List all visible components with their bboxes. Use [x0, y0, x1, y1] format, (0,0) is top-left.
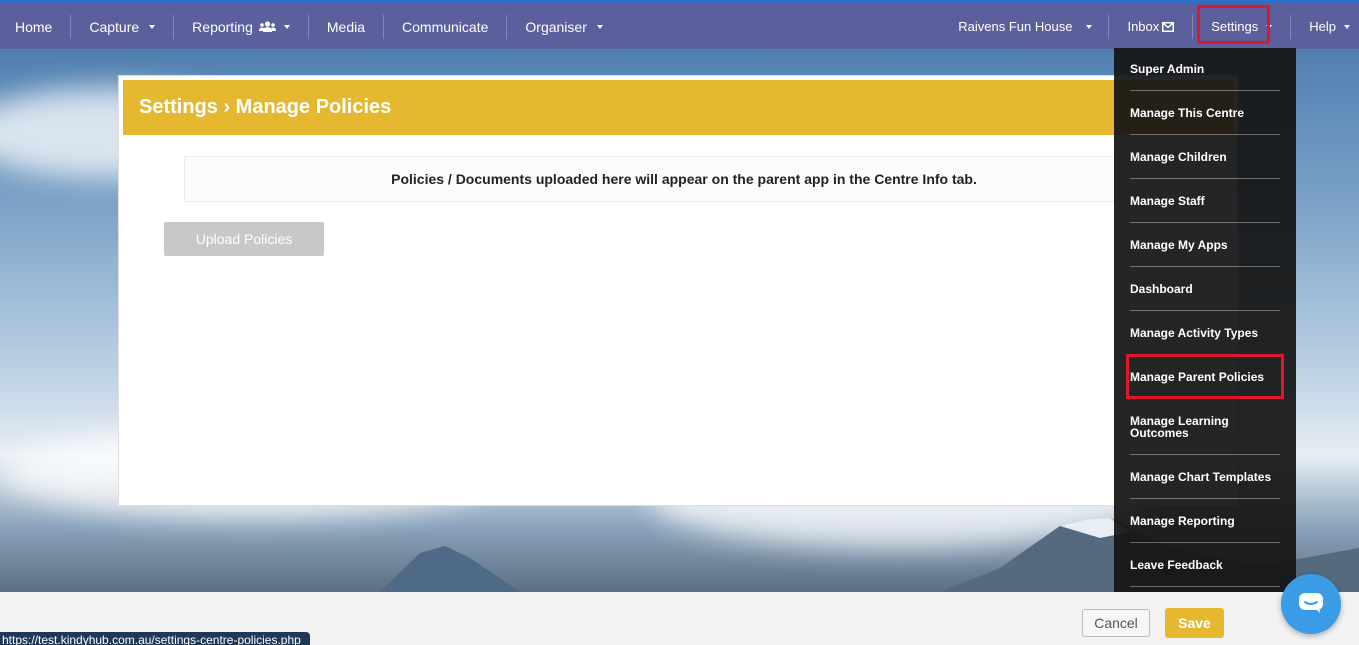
settings-menu-item-manage-my-apps[interactable]: Manage My Apps	[1130, 223, 1280, 267]
settings-menu-item-manage-chart-templates[interactable]: Manage Chart Templates	[1130, 455, 1280, 499]
page-title: Settings › Manage Policies	[123, 80, 1233, 135]
chevron-down-icon	[596, 24, 603, 29]
menu-item-label: Manage Activity Types	[1130, 325, 1259, 340]
chevron-down-icon	[1266, 24, 1273, 29]
settings-dropdown-menu: Super Admin Manage This Centre Manage Chil…	[1114, 48, 1296, 619]
menu-item-label: Manage Staff	[1130, 193, 1205, 208]
nav-item-label: Communicate	[402, 18, 489, 35]
chevron-down-icon	[149, 24, 156, 29]
nav-item-communicate[interactable]: Communicate	[384, 14, 508, 39]
policies-info-notice: Policies / Documents uploaded here will …	[184, 156, 1184, 202]
nav-help[interactable]: Help	[1291, 15, 1359, 39]
users-icon	[258, 21, 276, 32]
settings-menu-item-manage-staff[interactable]: Manage Staff	[1130, 179, 1280, 223]
save-button[interactable]: Save	[1165, 608, 1224, 638]
cancel-button[interactable]: Cancel	[1082, 609, 1150, 637]
chevron-down-icon	[1344, 24, 1350, 29]
manage-policies-panel: Settings › Manage Policies Policies / Do…	[118, 75, 1238, 506]
envelope-icon	[1162, 21, 1175, 32]
nav-item-media[interactable]: Media	[309, 14, 385, 39]
inbox-label: Inbox	[1127, 19, 1160, 34]
menu-item-label: Manage Parent Policies	[1130, 369, 1265, 384]
menu-item-label: Manage This Centre	[1130, 105, 1245, 120]
nav-item-label: Reporting	[192, 18, 253, 35]
status-bar-url: https://test.kindyhub.com.au/settings-ce…	[0, 632, 310, 645]
settings-menu-item-dashboard[interactable]: Dashboard	[1130, 267, 1280, 311]
settings-menu-item-manage-children[interactable]: Manage Children	[1130, 135, 1280, 179]
settings-menu-item-manage-learning-outcomes[interactable]: Manage Learning Outcomes	[1130, 399, 1280, 455]
nav-inbox[interactable]: Inbox	[1109, 14, 1194, 39]
nav-item-capture[interactable]: Capture	[71, 14, 175, 39]
settings-menu-item-manage-this-centre[interactable]: Manage This Centre	[1130, 91, 1280, 135]
settings-menu-item-manage-parent-policies[interactable]: Manage Parent Policies	[1126, 354, 1284, 399]
menu-item-label: Manage My Apps	[1130, 237, 1228, 252]
nav-item-label: Home	[15, 18, 53, 35]
menu-item-label: Super Admin	[1130, 62, 1205, 76]
menu-item-label: Manage Chart Templates	[1130, 469, 1272, 484]
chevron-down-icon	[1086, 24, 1093, 29]
nav-item-label: Capture	[89, 18, 140, 35]
nav-user-menu: Raivens Fun House Inbox Settings Help	[940, 4, 1359, 49]
upload-policies-button[interactable]: Upload Policies	[164, 222, 324, 256]
nav-item-label: Media	[326, 18, 366, 35]
nav-centre-switcher[interactable]: Raivens Fun House	[940, 14, 1110, 39]
nav-item-reporting[interactable]: Reporting	[174, 14, 309, 39]
menu-item-label: Manage Reporting	[1130, 513, 1235, 528]
settings-label: Settings	[1211, 19, 1259, 34]
settings-menu-item-manage-reporting[interactable]: Manage Reporting	[1130, 499, 1280, 543]
menu-item-label: Leave Feedback	[1130, 557, 1223, 572]
centre-name: Raivens Fun House	[958, 19, 1073, 34]
chevron-down-icon	[283, 24, 290, 29]
settings-menu-item-manage-activity-types[interactable]: Manage Activity Types	[1130, 311, 1280, 355]
chat-widget-button[interactable]	[1281, 574, 1341, 634]
settings-menu-item-leave-feedback[interactable]: Leave Feedback	[1130, 543, 1280, 587]
nav-item-home[interactable]: Home	[0, 14, 72, 39]
help-label: Help	[1309, 19, 1336, 34]
menu-item-label: Manage Learning Outcomes	[1130, 413, 1229, 440]
top-navbar: Home Capture Reporting Media Communicate Orga…	[0, 4, 1359, 49]
nav-item-label: Organiser	[525, 18, 587, 35]
menu-item-label: Dashboard	[1130, 281, 1193, 296]
menu-item-label: Manage Children	[1130, 149, 1227, 164]
nav-settings[interactable]: Settings	[1193, 4, 1292, 44]
chat-bubble-icon	[1298, 592, 1324, 617]
settings-menu-item-super-admin[interactable]: Super Admin	[1130, 48, 1280, 91]
nav-main-menu: Home Capture Reporting Media Communicate Orga…	[0, 4, 621, 49]
nav-item-organiser[interactable]: Organiser	[507, 15, 620, 39]
